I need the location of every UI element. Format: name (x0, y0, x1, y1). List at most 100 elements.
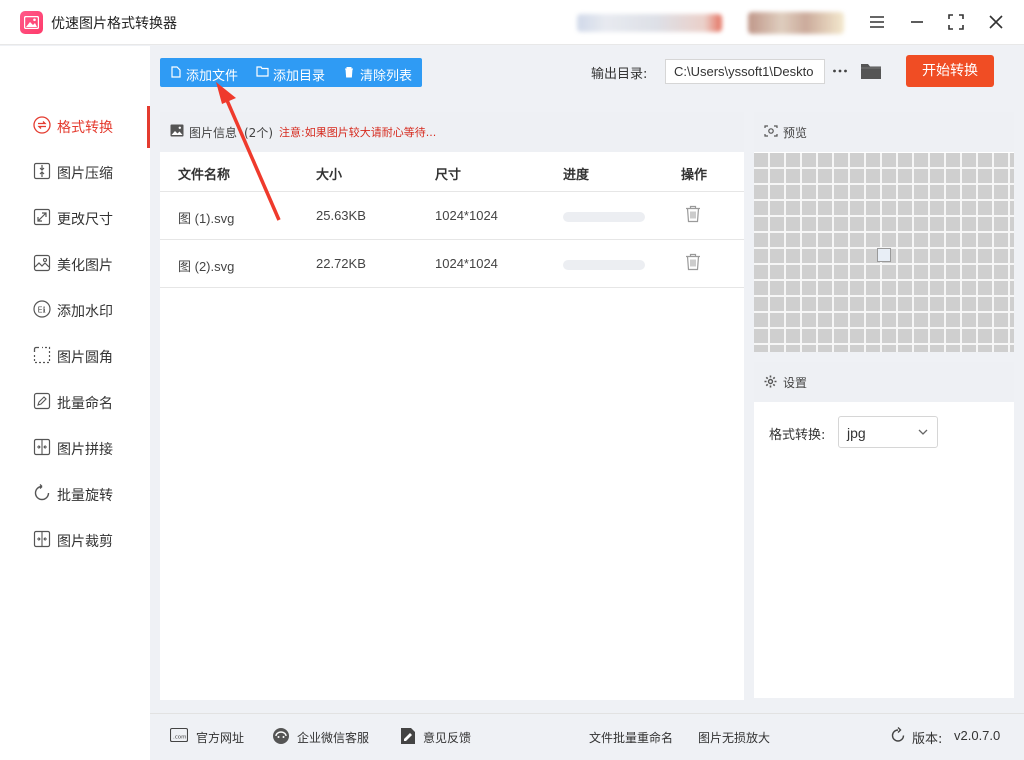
user-account-info[interactable] (577, 14, 722, 32)
column-header-dimensions: 尺寸 (435, 168, 462, 183)
add-folder-button[interactable]: 添加目录 (248, 58, 334, 87)
chevron-down-icon (918, 429, 928, 435)
crop-icon (33, 530, 51, 548)
settings-panel: 设置 格式转换: jpg (754, 362, 1014, 698)
sidebar-item-label: 美化图片 (57, 258, 113, 274)
website-label: 官方网址 (196, 731, 245, 745)
folder-icon (256, 66, 269, 77)
file-icon (171, 66, 181, 78)
file-panel-header: 图片信息 (2个) 注意:如果图片较大请耐心等待... (160, 112, 744, 152)
website-icon: .com (170, 727, 188, 743)
sidebar-item-label: 更改尺寸 (57, 212, 113, 228)
format-select[interactable]: jpg (838, 416, 938, 448)
sidebar-item-label: 图片拼接 (57, 442, 113, 458)
preview-header: 预览 (754, 112, 1014, 152)
sidebar-item-stitch[interactable]: 图片拼接 (0, 426, 150, 470)
table-row[interactable]: 图 (1).svg 25.63KB 1024*1024 (160, 191, 744, 239)
sidebar-item-format-convert[interactable]: 格式转换 (0, 104, 150, 148)
svg-text:.com: .com (173, 735, 187, 741)
sidebar-item-rounded-corner[interactable]: 图片圆角 (0, 334, 150, 378)
open-folder-icon[interactable] (860, 61, 882, 81)
large-file-notice: 注意:如果图片较大请耐心等待... (279, 126, 437, 139)
vip-badge[interactable] (748, 12, 844, 34)
sidebar-item-label: 添加水印 (57, 304, 113, 320)
file-action-toolbar: 添加文件 添加目录 清除列表 (160, 58, 422, 87)
gear-icon (764, 375, 777, 388)
file-dimensions: 1024*1024 (435, 256, 498, 271)
more-options-icon[interactable] (832, 63, 848, 79)
sidebar-item-label: 批量命名 (57, 396, 113, 412)
close-icon[interactable] (984, 10, 1008, 34)
resize-icon (33, 208, 51, 226)
settings-header: 设置 (754, 362, 1014, 402)
settings-title: 设置 (783, 376, 808, 390)
sidebar-item-label: 图片裁剪 (57, 534, 113, 550)
feedback-label: 意见反馈 (423, 731, 472, 745)
table-divider (160, 287, 744, 288)
beautify-icon (33, 254, 51, 272)
rename-icon (33, 392, 51, 410)
menu-icon[interactable] (865, 10, 889, 34)
preview-canvas (754, 153, 1014, 352)
sidebar-item-crop[interactable]: 图片裁剪 (0, 518, 150, 562)
add-file-button[interactable]: 添加文件 (160, 58, 248, 87)
column-header-actions: 操作 (681, 168, 708, 183)
progress-bar (563, 212, 645, 222)
image-info-icon (170, 124, 184, 137)
version-number: v2.0.7.0 (954, 728, 1001, 743)
title-bar: 优速图片格式转换器 (0, 0, 1024, 45)
clear-list-button[interactable]: 清除列表 (334, 58, 422, 87)
file-name: 图 (2).svg (178, 259, 235, 274)
delete-row-icon[interactable] (685, 205, 701, 227)
column-header-progress: 进度 (563, 168, 590, 183)
column-header-name: 文件名称 (178, 168, 231, 183)
broken-image-icon (877, 248, 891, 262)
file-count: (2个) (244, 126, 273, 140)
preview-panel: 预览 (754, 112, 1014, 352)
sidebar-item-watermark[interactable]: Eℹ 添加水印 (0, 288, 150, 332)
column-header-size: 大小 (316, 168, 343, 183)
rounded-corner-icon (33, 346, 51, 364)
app-title: 优速图片格式转换器 (51, 16, 177, 32)
sidebar: 格式转换 图片压缩 更改尺寸 美化图片 Eℹ 添加水印 图片圆角 批量命名 图片… (0, 46, 150, 760)
app-logo-icon (20, 11, 43, 34)
sidebar-item-beautify[interactable]: 美化图片 (0, 242, 150, 286)
version-label: 版本: (912, 732, 943, 747)
maximize-icon[interactable] (944, 10, 968, 34)
start-convert-button[interactable]: 开始转换 (906, 55, 994, 87)
sidebar-item-label: 格式转换 (57, 120, 113, 136)
sidebar-item-compress[interactable]: 图片压缩 (0, 150, 150, 194)
output-dir-value: C:\Users\yssoft1\Deskto (674, 64, 814, 79)
watermark-icon: Eℹ (33, 300, 51, 318)
file-name: 图 (1).svg (178, 211, 235, 226)
lossless-enlarge-label: 图片无损放大 (698, 731, 771, 745)
progress-bar (563, 260, 645, 270)
batch-rename-label: 文件批量重命名 (589, 731, 674, 745)
rotate-icon (33, 484, 51, 502)
file-size: 25.63KB (316, 208, 366, 223)
sidebar-item-rotate[interactable]: 批量旋转 (0, 472, 150, 516)
stitch-icon (33, 438, 51, 456)
format-label: 格式转换: (769, 428, 826, 443)
sidebar-item-resize[interactable]: 更改尺寸 (0, 196, 150, 240)
trash-icon (345, 67, 353, 78)
add-folder-label: 添加目录 (273, 69, 326, 84)
chat-icon (273, 728, 289, 744)
preview-title: 预览 (783, 126, 808, 140)
footer-bar: .com 官方网址 企业微信客服 意见反馈 文件批量重命名 图片无损放大 版本:… (150, 713, 1024, 760)
file-dimensions: 1024*1024 (435, 208, 498, 223)
format-select-value: jpg (847, 425, 866, 441)
preview-icon (764, 125, 778, 137)
svg-text:Eℹ: Eℹ (38, 306, 46, 315)
wechat-service-label: 企业微信客服 (297, 731, 370, 745)
delete-row-icon[interactable] (685, 253, 701, 275)
compress-icon (33, 162, 51, 180)
minimize-icon[interactable] (905, 10, 929, 34)
output-dir-input[interactable]: C:\Users\yssoft1\Deskto (665, 59, 825, 84)
add-file-label: 添加文件 (186, 69, 239, 84)
feedback-icon (401, 728, 415, 744)
sidebar-item-rename[interactable]: 批量命名 (0, 380, 150, 424)
sidebar-item-label: 批量旋转 (57, 488, 113, 504)
format-convert-icon (33, 116, 51, 134)
table-row[interactable]: 图 (2).svg 22.72KB 1024*1024 (160, 239, 744, 287)
